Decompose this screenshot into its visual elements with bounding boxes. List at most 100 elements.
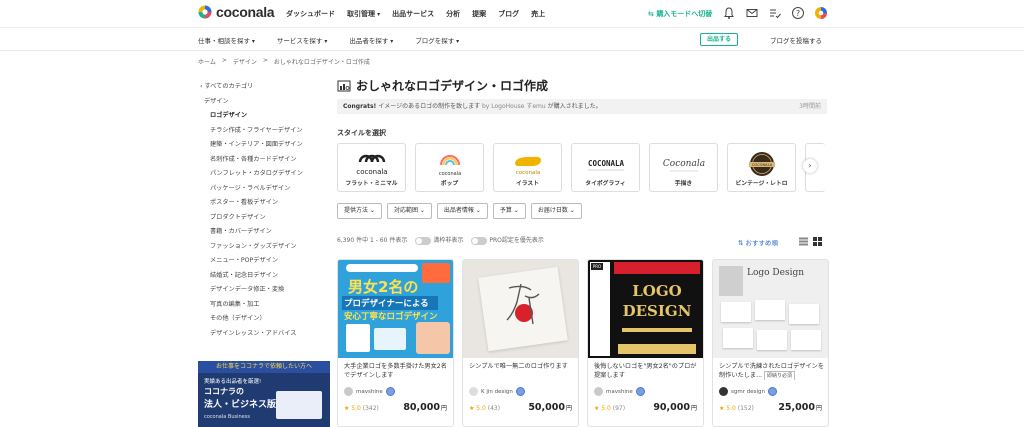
currency-unit: 円	[690, 405, 697, 412]
subnav-find-services[interactable]: サービスを探す	[277, 35, 327, 45]
filter-budget[interactable]: 予算	[492, 203, 526, 219]
subnav-find-sellers[interactable]: 出品者を探す	[349, 35, 393, 45]
kanji-logo-art	[506, 283, 540, 325]
mail-icon[interactable]	[745, 6, 759, 20]
product-card[interactable]: Logo Design シンプルで洗練されたロゴデザインを制作いたしま... 即納…	[712, 259, 829, 427]
post-blog-link[interactable]: ブログを投稿する	[770, 35, 822, 45]
breadcrumb-current: おしゃれなロゴデザイン・ロゴ作成	[273, 59, 370, 66]
product-title[interactable]: シンプルで洗練されたロゴデザインを制作いたしま... 即納り必須	[719, 362, 825, 380]
style-card-flat[interactable]: coconala フラット・ミニマル	[337, 143, 406, 192]
subnav-find-jobs[interactable]: 仕事・相談を探す	[198, 35, 255, 45]
style-card-vintage[interactable]: COCONALA ビンテージ・レトロ	[727, 143, 796, 192]
breadcrumb-separator: >	[262, 57, 268, 64]
product-title[interactable]: 後悔しないロゴを"男女2名"のプロが提案します	[594, 362, 700, 380]
user-avatar-icon[interactable]	[814, 6, 828, 20]
toggle-switch-icon	[415, 236, 432, 245]
seller-avatar	[344, 387, 353, 396]
style-art-text: COCONALA	[751, 163, 772, 167]
sidebar-item-logo-design[interactable]: ロゴデザイン	[198, 109, 330, 124]
subnav-find-blogs[interactable]: ブログを探す	[415, 35, 459, 45]
filter-delivery-method[interactable]: 提供方法	[337, 203, 382, 219]
sort-dropdown[interactable]: ⇅ おすすめ順	[738, 237, 778, 247]
sidebar-item-business-card[interactable]: 名刺作成・各種カードデザイン	[198, 153, 330, 168]
style-card-illustration[interactable]: coconala イラスト	[493, 143, 562, 192]
sub-nav: 仕事・相談を探す サービスを探す 出品者を探す ブログを探す	[0, 28, 1024, 51]
notice-text[interactable]: イメージのあるロゴの制作を致します	[376, 103, 480, 110]
price-value: 50,000	[528, 402, 565, 413]
sidebar-item-fashion[interactable]: ファッション・グッズデザイン	[198, 240, 330, 255]
filter-seller-info[interactable]: 出品者情報	[436, 203, 488, 219]
nav-transactions[interactable]: 取引管理	[347, 9, 380, 19]
product-card[interactable]: シンプルで唯一無二のロゴ作ります K jin design ★ 5.0 (43)…	[462, 259, 579, 427]
style-label: フラット・ミニマル	[345, 181, 398, 187]
sidebar-item-poster[interactable]: ポスター・看板デザイン	[198, 196, 330, 211]
filter-delivery-days[interactable]: お届け日数	[530, 203, 582, 219]
product-rating: ★ 5.0 (152)	[719, 405, 754, 412]
sidebar-item-pamphlet[interactable]: パンフレット・カタログデザイン	[198, 167, 330, 182]
notice-time: 3時間前	[799, 103, 821, 110]
product-title[interactable]: シンプルで唯一無二のロゴ作ります	[469, 362, 575, 380]
list-view-icon[interactable]	[799, 237, 808, 246]
seller-info[interactable]: mavshine	[594, 387, 645, 396]
carousel-next-button[interactable]: ›	[803, 159, 817, 173]
sidebar-item-other[interactable]: その他（デザイン）	[198, 312, 330, 327]
product-card[interactable]: PRO LOGO DESIGN 後悔しないロゴを"男女2名"のプロが提案します …	[587, 259, 704, 427]
purchase-notice: Congrats! イメージのあるロゴの制作を致します by LogoHouse…	[337, 99, 827, 114]
seller-avatar	[594, 387, 603, 396]
sidebar-item-lesson[interactable]: デザインレッスン・アドバイス	[198, 327, 330, 342]
product-title[interactable]: 大手企業ロゴを多数手掛けた男女2名でデザインします	[344, 362, 450, 380]
pro-badge: PRO	[591, 263, 603, 270]
seller-info[interactable]: K jin design	[469, 387, 525, 396]
sidebar-item-architecture[interactable]: 建築・インテリア・図面デザイン	[198, 138, 330, 153]
sidebar-item-book-cover[interactable]: 書籍・カバーデザイン	[198, 225, 330, 240]
pro-priority-toggle[interactable]: PRO認定を優先表示	[471, 235, 544, 245]
help-icon[interactable]: ?	[791, 6, 805, 20]
bell-icon[interactable]	[722, 6, 736, 20]
seller-info[interactable]: sgmr design	[719, 387, 777, 396]
review-count: (342)	[362, 405, 379, 412]
price-value: 80,000	[403, 402, 440, 413]
checklist-icon[interactable]	[768, 6, 782, 20]
sidebar-item-data-fix[interactable]: デザインデータ修正・変換	[198, 283, 330, 298]
sidebar-item-design[interactable]: デザイン	[198, 95, 330, 110]
hide-full-toggle[interactable]: 満枠非表示	[415, 235, 463, 245]
all-categories-link[interactable]: ‹ すべてのカテゴリ	[198, 80, 330, 95]
thumb-subline: プロデザイナーによる	[342, 296, 438, 310]
product-price: 50,000円	[528, 402, 572, 413]
style-card-handwritten[interactable]: Coconala 手描き	[649, 143, 718, 192]
seller-info[interactable]: mavshine	[344, 387, 395, 396]
grid-view-icon[interactable]	[813, 237, 822, 246]
style-card-pop[interactable]: coconala ポップ	[415, 143, 484, 192]
publish-button[interactable]: 出品する	[700, 33, 738, 46]
style-art-text: coconala	[515, 170, 540, 176]
sidebar-item-menu-pop[interactable]: メニュー・POPデザイン	[198, 254, 330, 269]
breadcrumb-design[interactable]: デザイン	[233, 57, 257, 66]
currency-unit: 円	[815, 405, 822, 412]
filter-scope[interactable]: 対応範囲	[386, 203, 432, 219]
buyer-mode-switch[interactable]: ⇆ 購入モードへ切替	[648, 9, 712, 19]
sidebar-item-wedding[interactable]: 結婚式・記念日デザイン	[198, 269, 330, 284]
style-heading: スタイルを選択	[337, 129, 386, 137]
style-card-typography[interactable]: COCONALA タイポグラフィ	[571, 143, 640, 192]
seller-rank-badge-icon	[385, 387, 395, 396]
style-label: ポップ	[440, 181, 459, 187]
breadcrumb-home[interactable]: ホーム	[198, 57, 216, 66]
nav-services[interactable]: 出品サービス	[392, 9, 434, 19]
product-card[interactable]: 男女2名の プロデザイナーによる 安心丁寧なロゴデザイン 大手企業ロゴを多数手掛…	[337, 259, 454, 427]
style-label: ビンテージ・レトロ	[735, 181, 788, 187]
nav-proposals[interactable]: 提案	[472, 9, 486, 19]
coconala-logo[interactable]: coconala	[198, 4, 275, 20]
sidebar-item-package[interactable]: パッケージ・ラベルデザイン	[198, 182, 330, 197]
sidebar-item-flyer[interactable]: チラシ作成・フライヤーデザイン	[198, 124, 330, 139]
nav-analytics[interactable]: 分析	[446, 9, 460, 19]
top-nav: ダッシュボード 取引管理 出品サービス 分析 提案 ブログ 売上	[286, 9, 545, 19]
sidebar-item-product[interactable]: プロダクトデザイン	[198, 211, 330, 226]
nav-sales[interactable]: 売上	[531, 9, 545, 19]
product-rating: ★ 5.0 (43)	[469, 405, 500, 412]
page-title: おしゃれなロゴデザイン・ロゴ作成	[356, 79, 549, 93]
style-carousel: coconala フラット・ミニマル coconala ポップ coconala…	[337, 143, 825, 192]
nav-blog[interactable]: ブログ	[498, 9, 519, 19]
sidebar-item-photo-edit[interactable]: 写真の編集・加工	[198, 298, 330, 313]
nav-dashboard[interactable]: ダッシュボード	[286, 9, 335, 19]
business-banner[interactable]: お仕事をココナラで依頼したい方へ 実績ある出品者を厳選! ココナラの 法人・ビジ…	[198, 361, 330, 427]
